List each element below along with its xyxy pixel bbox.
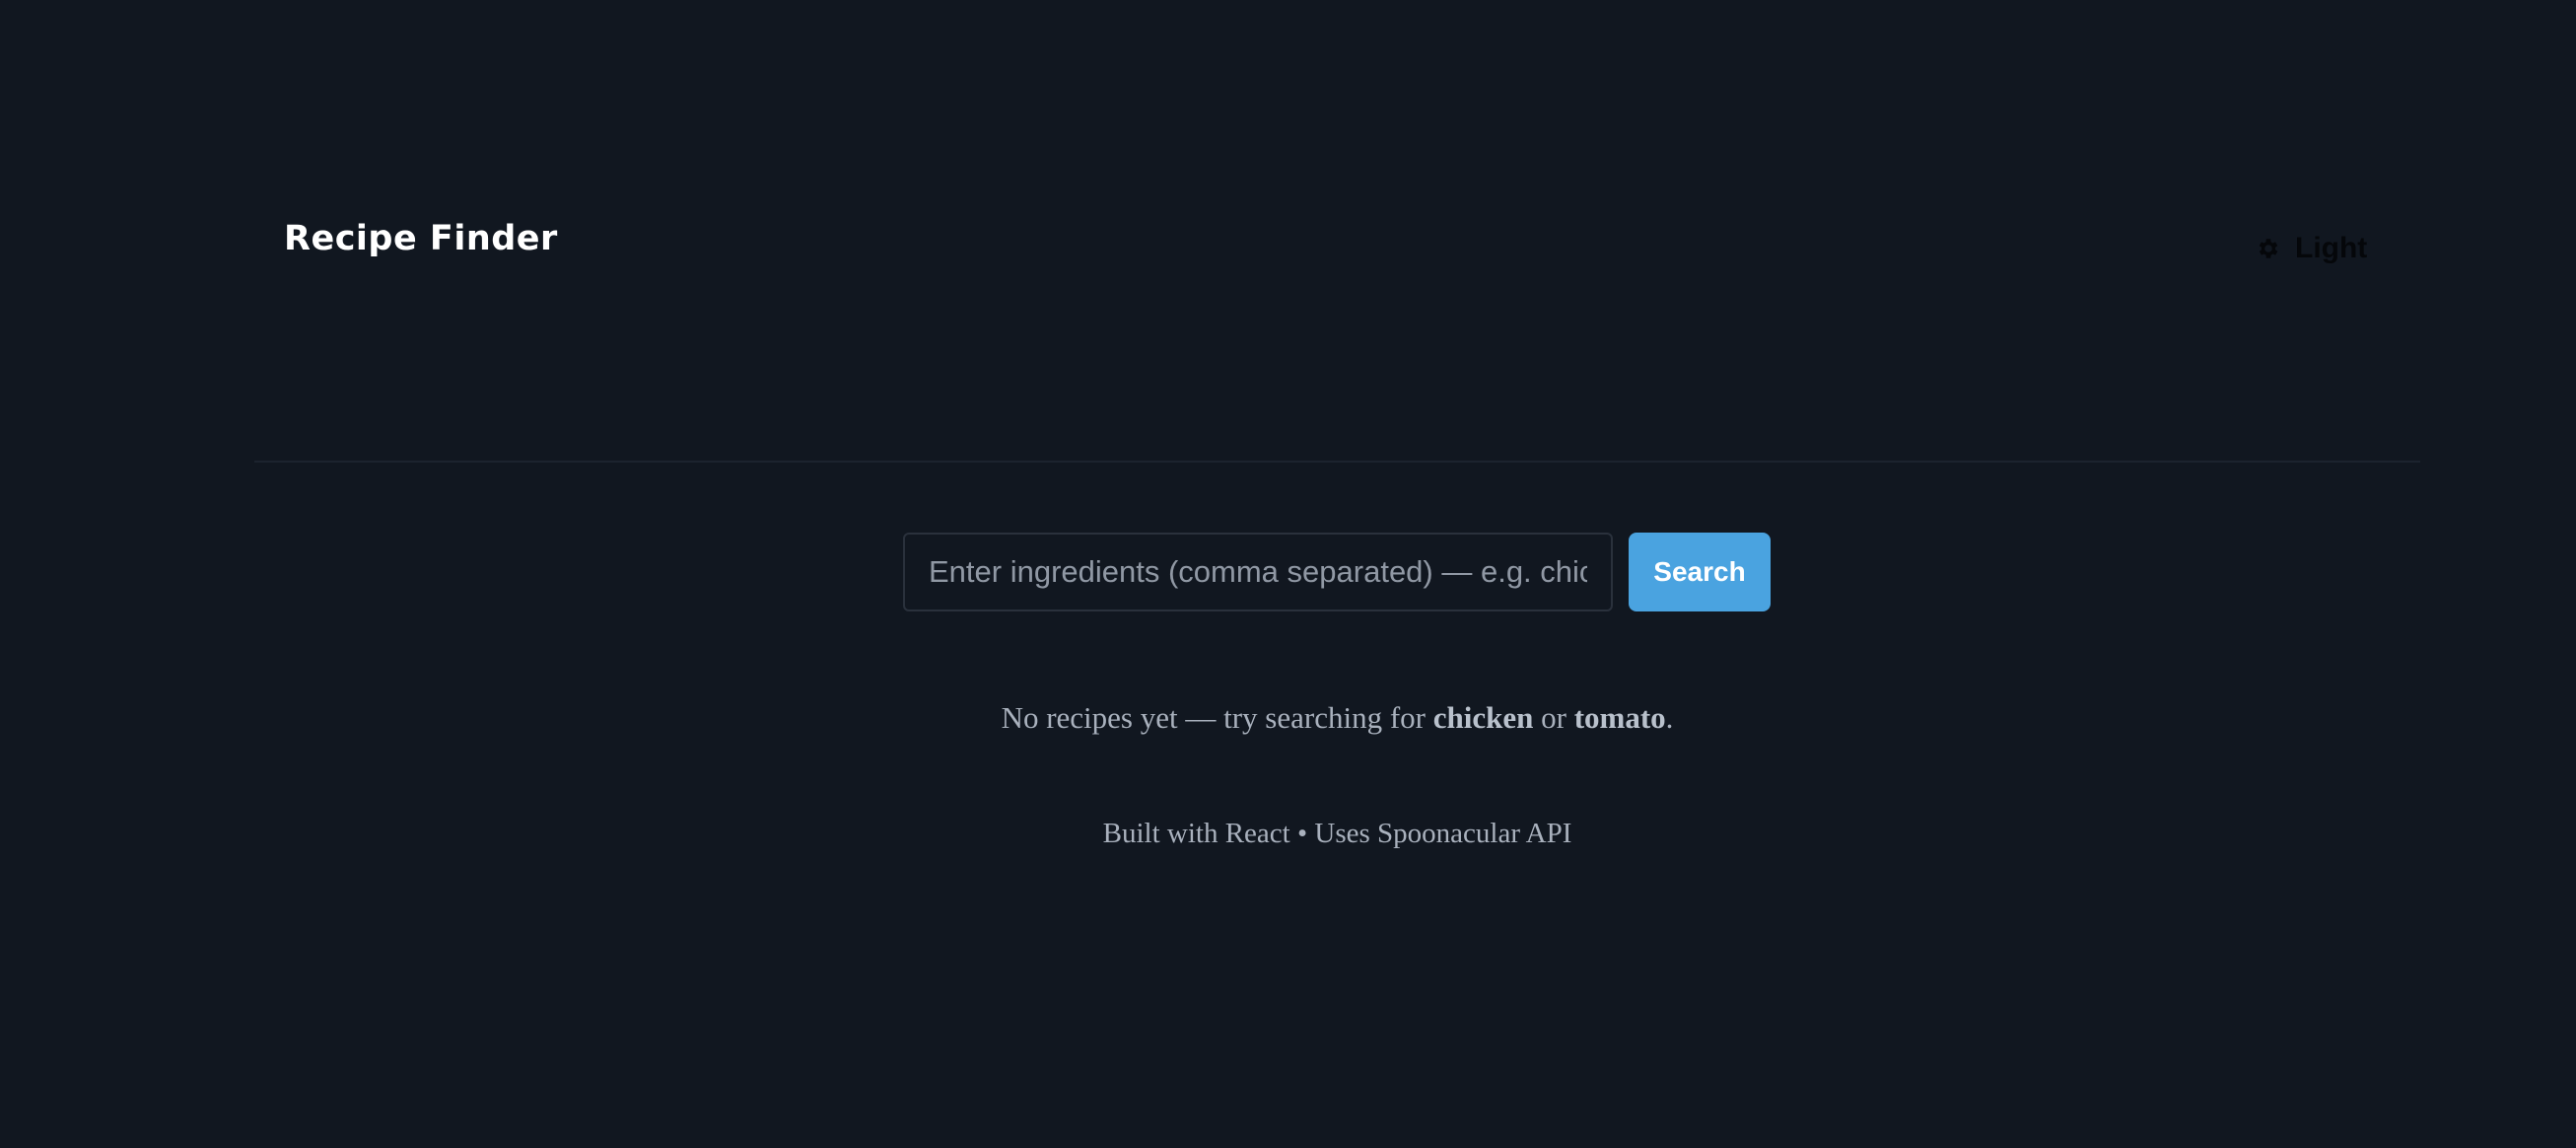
empty-state-term-chicken: chicken [1432, 700, 1534, 735]
footer-text: Built with React • Uses Spoonacular API [1102, 818, 1572, 849]
empty-state-message: No recipes yet — try searching for chick… [254, 700, 2420, 736]
theme-toggle-button[interactable]: Light [2244, 225, 2379, 272]
app-container: Recipe Finder Light Search No recipes ye… [254, 0, 2420, 1148]
header: Recipe Finder Light [254, 0, 2420, 463]
empty-state-term-tomato: tomato [1573, 700, 1666, 735]
empty-state-prefix: No recipes yet — try searching for [1001, 700, 1433, 735]
app-title: Recipe Finder [284, 219, 558, 258]
search-bar: Search [903, 533, 1771, 611]
ingredients-search-input[interactable] [903, 533, 1613, 611]
empty-state-suffix: . [1665, 700, 1674, 735]
empty-state-connector: or [1533, 700, 1574, 735]
search-button[interactable]: Search [1629, 533, 1771, 611]
gear-icon [2256, 236, 2281, 261]
theme-toggle-label: Light [2295, 232, 2368, 264]
